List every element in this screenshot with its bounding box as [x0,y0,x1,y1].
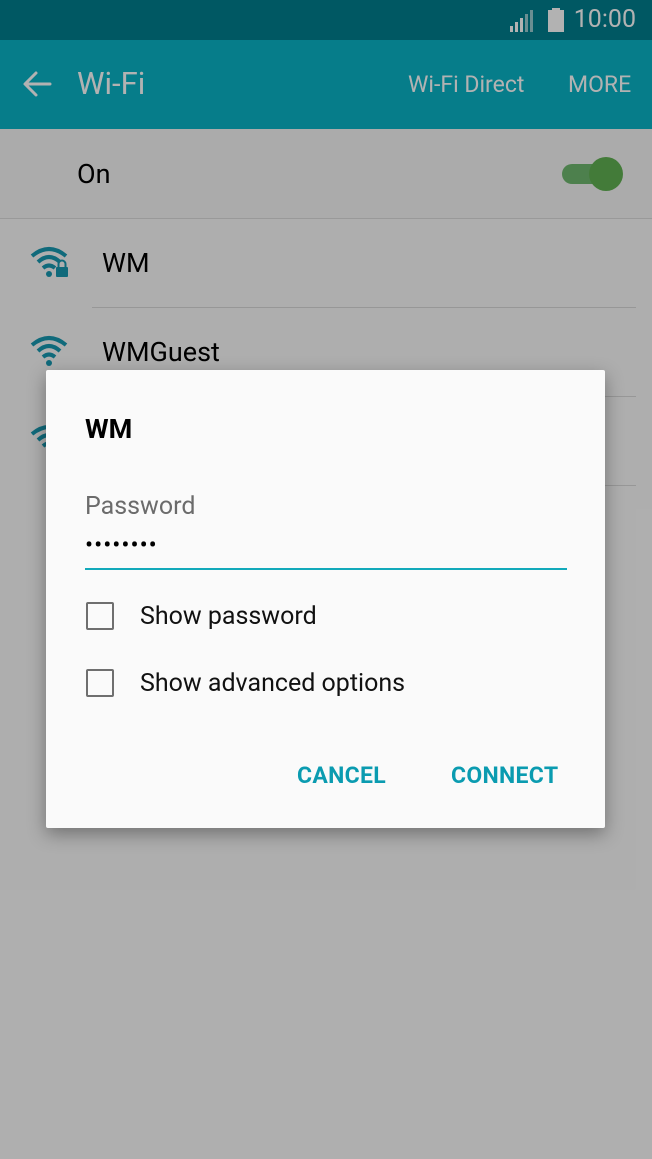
dialog-title: WM [85,413,133,445]
wifi-password-dialog: WM Password •••••••• Show password Show … [46,370,605,828]
show-password-checkbox[interactable] [86,602,114,630]
show-advanced-checkbox[interactable] [86,669,114,697]
show-advanced-label: Show advanced options [140,669,406,698]
password-input[interactable]: •••••••• [85,528,567,570]
connect-button[interactable]: CONNECT [451,760,558,792]
password-label: Password [85,492,196,521]
show-advanced-checkbox-row[interactable]: Show advanced options [85,667,567,707]
show-password-label: Show password [140,602,317,631]
cancel-button[interactable]: CANCEL [297,760,386,792]
show-password-checkbox-row[interactable]: Show password [85,600,567,640]
